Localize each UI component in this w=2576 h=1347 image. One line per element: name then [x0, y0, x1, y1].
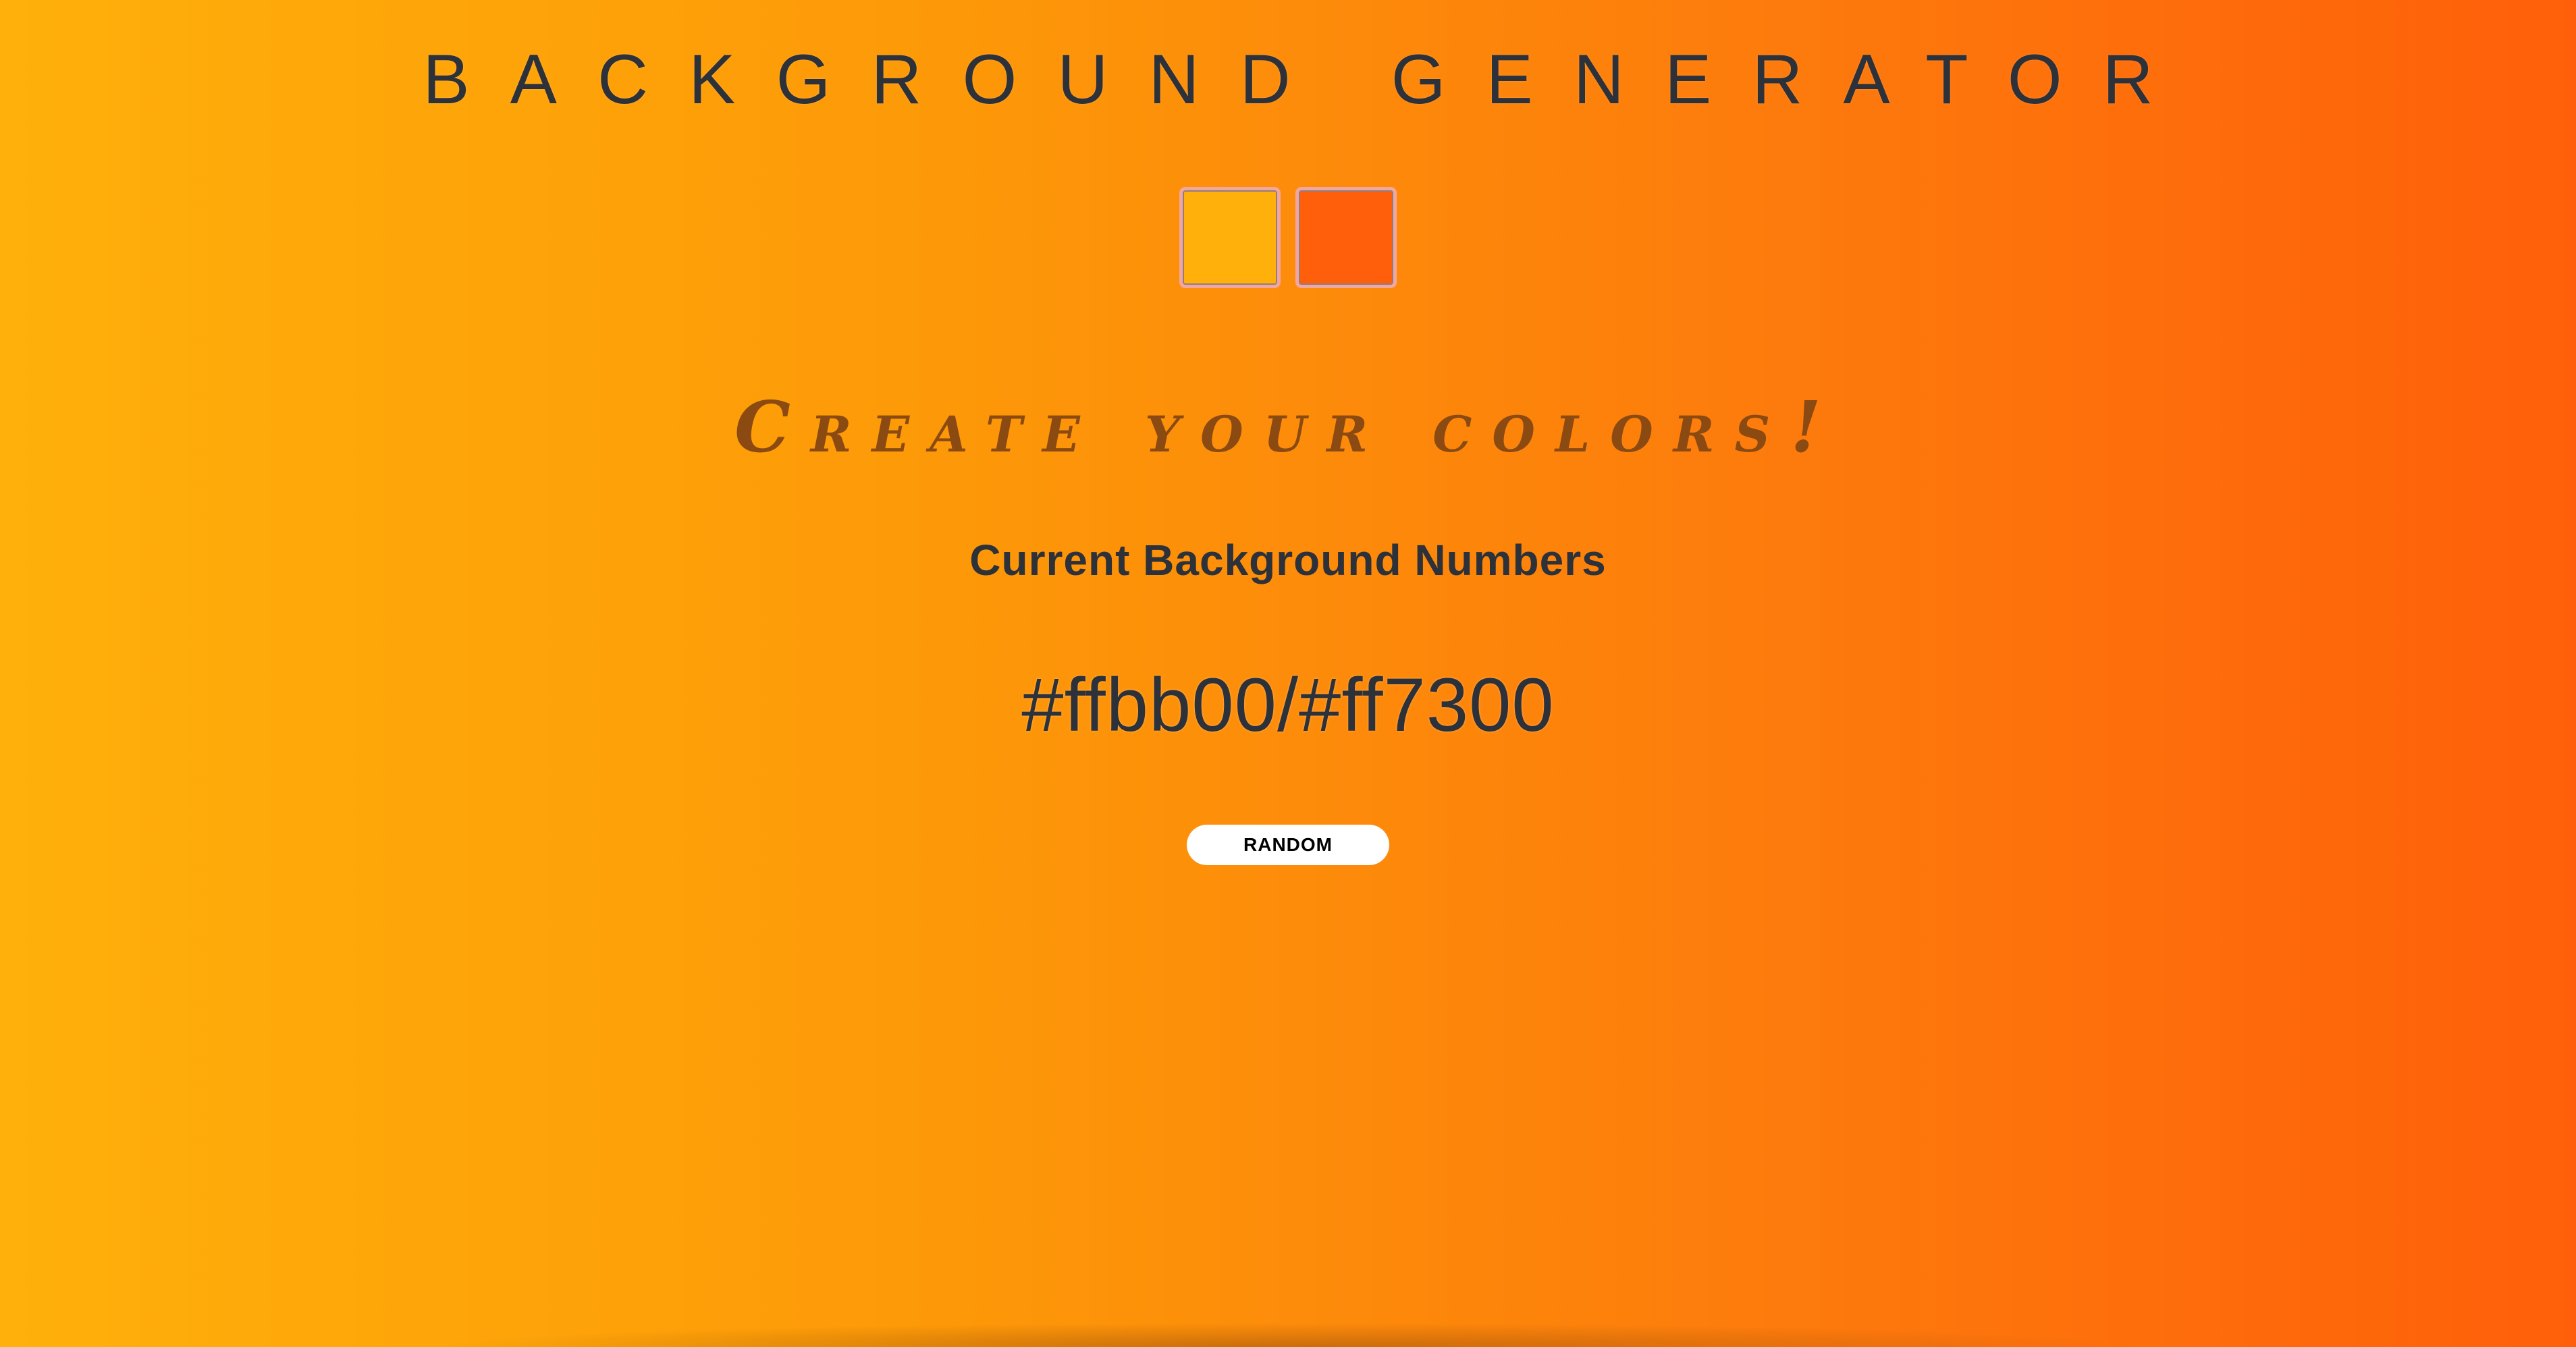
hex-value: #ffbb00/#ff7300	[1021, 663, 1555, 747]
color-picker-1[interactable]	[1179, 187, 1281, 288]
numbers-heading: Current Background Numbers	[969, 536, 1607, 584]
page-title: BACKGROUND GENERATOR	[423, 40, 2194, 119]
random-button[interactable]: RANDOM	[1187, 825, 1389, 865]
bottom-shadow	[432, 1323, 2147, 1347]
page: BACKGROUND GENERATOR Create your colors!…	[0, 0, 2576, 1347]
color-inputs	[0, 187, 2576, 288]
color-picker-2[interactable]	[1295, 187, 1397, 288]
subtitle: Create your colors!	[734, 385, 1842, 468]
